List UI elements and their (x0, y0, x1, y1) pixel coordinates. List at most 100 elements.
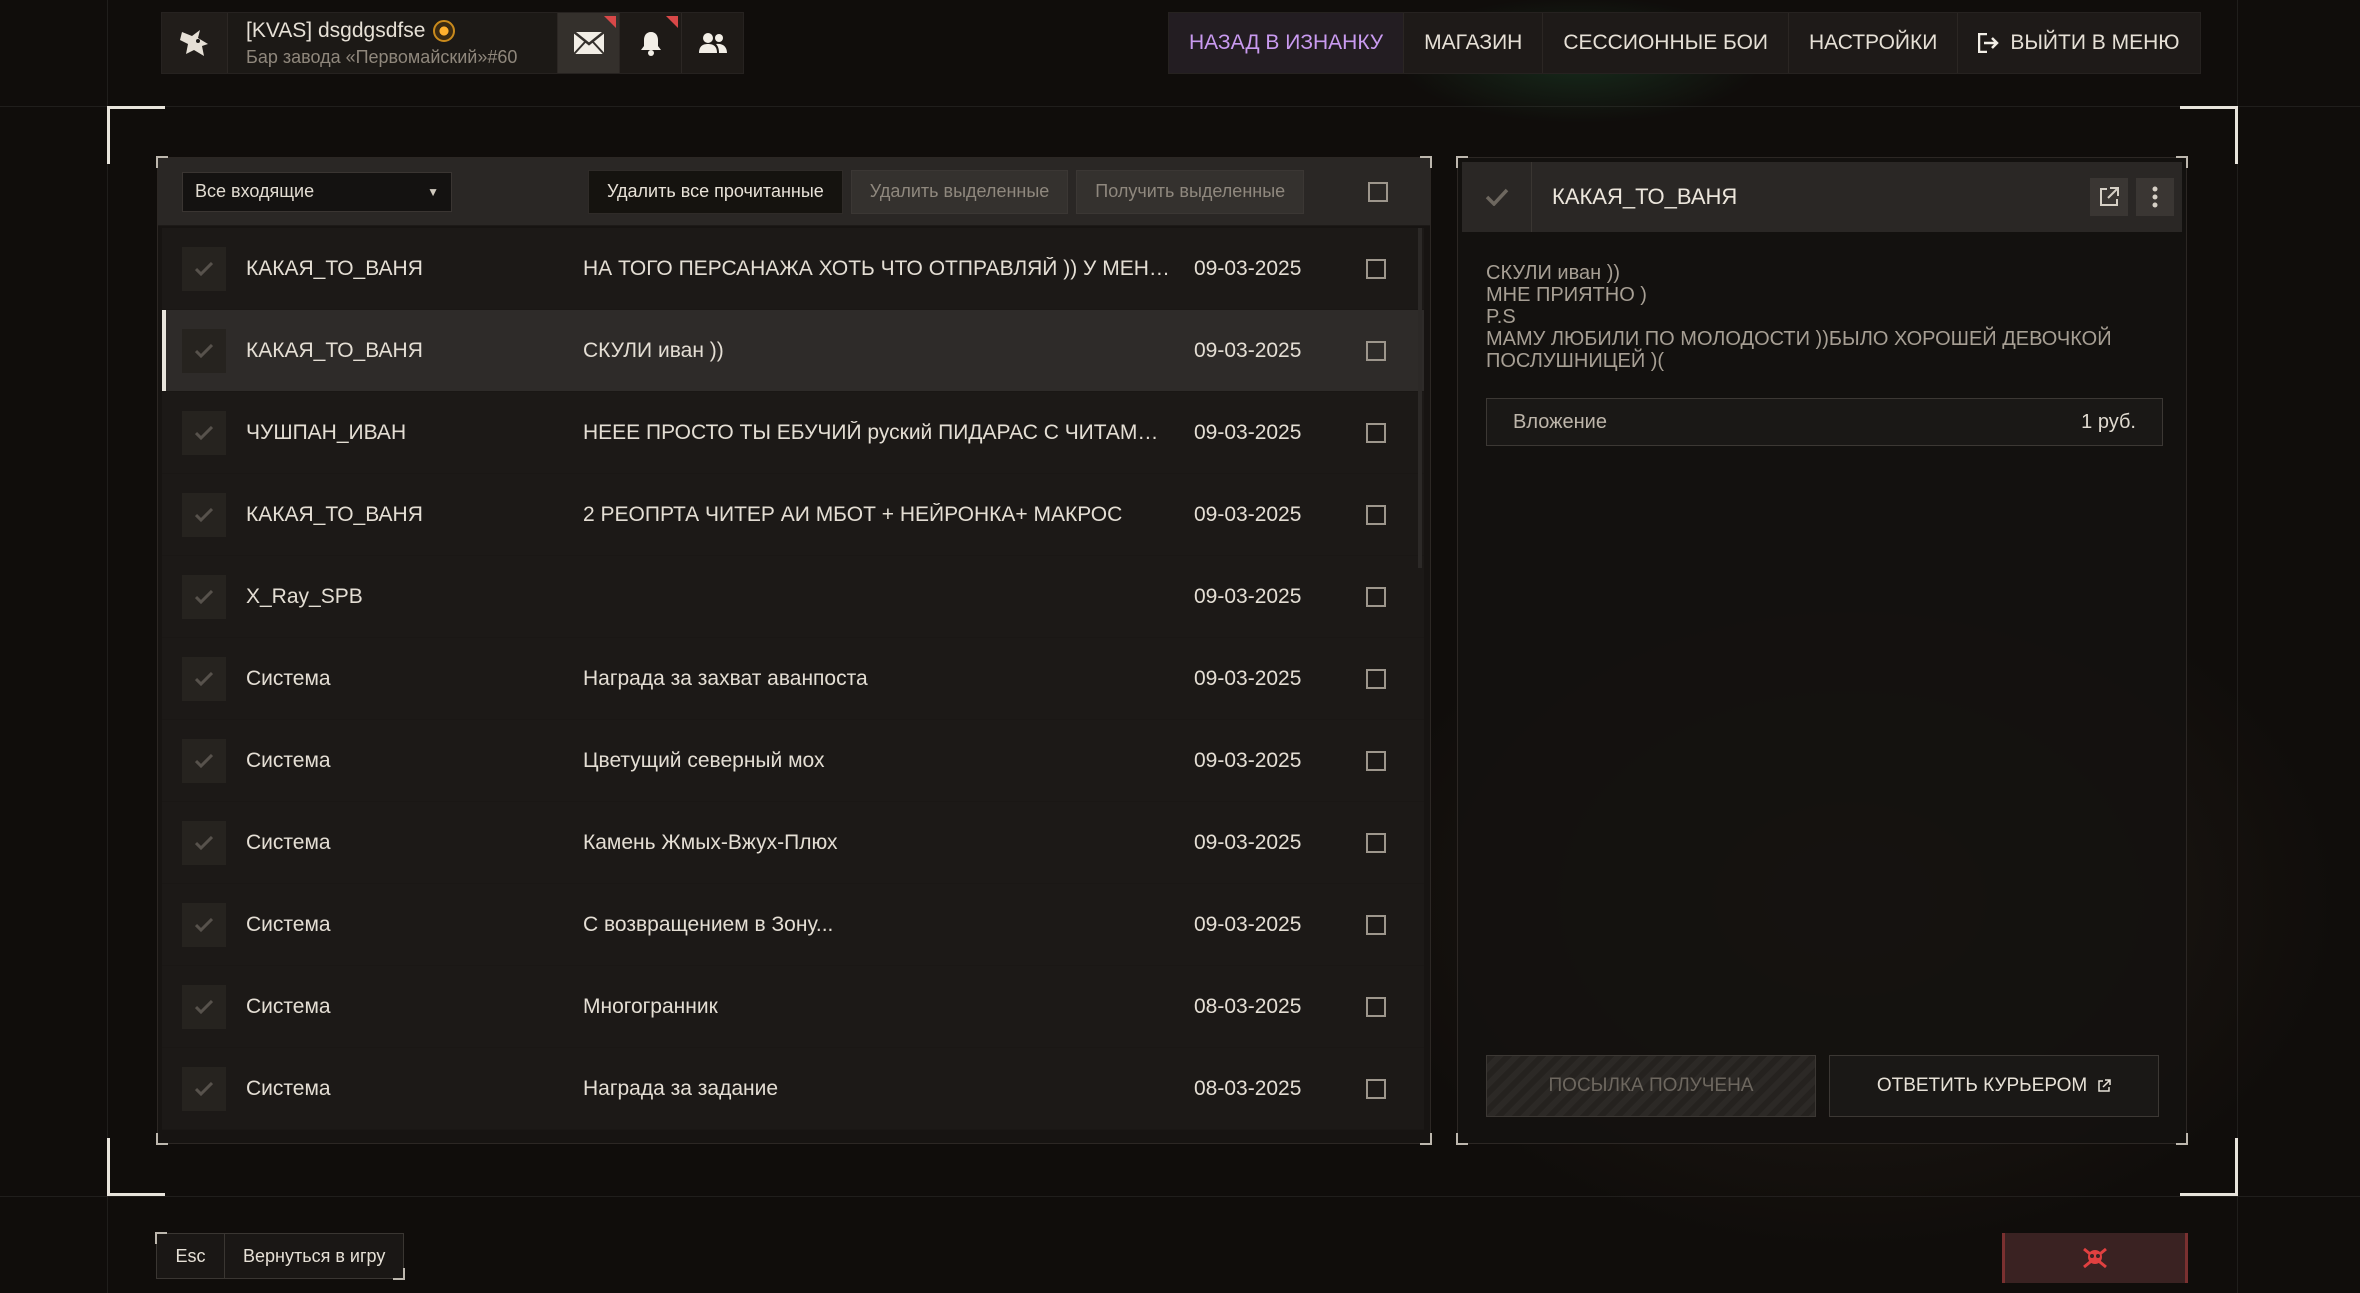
return-to-game-button[interactable]: Esc Вернуться в игру (155, 1232, 406, 1280)
message-row[interactable]: ЧУШПАН_ИВАН НЕЕЕ ПРОСТО ТЫ ЕБУЧИЙ руский… (162, 392, 1424, 474)
row-checkbox[interactable] (1366, 504, 1386, 525)
read-check-icon (182, 656, 226, 701)
frame-line-bottom (0, 1196, 2360, 1197)
inbox-toolbar: Все входящие ▼ Удалить все прочитанные У… (158, 158, 1430, 226)
message-title: КАКАЯ_ТО_ВАНЯ (1552, 184, 1738, 209)
frame-line-left (107, 0, 108, 1293)
reply-courier-label: ОТВЕТИТЬ КУРЬЕРОМ (1876, 1075, 2088, 1096)
nav-exit-to-menu[interactable]: ВЫЙТИ В МЕНЮ (1958, 13, 2200, 73)
message-subject: Награда за задание (583, 1076, 779, 1100)
delete-selected-button[interactable]: Удалить выделенные (850, 169, 1069, 214)
row-checkbox[interactable] (1366, 832, 1386, 853)
nav-session-battles[interactable]: СЕССИОННЫЕ БОИ (1543, 13, 1790, 73)
read-check-icon (1462, 162, 1532, 232)
delete-read-button[interactable]: Удалить все прочитанные (588, 169, 843, 214)
message-subject: Награда за захват аванпоста (583, 666, 868, 690)
message-row[interactable]: Система Награда за задание 08-03-2025 (162, 1048, 1424, 1130)
reply-courier-button[interactable]: ОТВЕТИТЬ КУРЬЕРОМ (1829, 1055, 2159, 1117)
panel-bracket (155, 1232, 167, 1244)
message-sender: Система (246, 830, 331, 854)
message-sender: Система (246, 666, 331, 690)
panel-bracket (2176, 1133, 2188, 1145)
mail-button[interactable] (557, 13, 619, 73)
nav-shop[interactable]: МАГАЗИН (1404, 13, 1544, 73)
read-check-icon (182, 738, 226, 783)
message-row[interactable]: КАКАЯ_ТО_ВАНЯ НА ТОГО ПЕРСАНАЖА ХОТЬ ЧТО… (162, 228, 1424, 310)
message-subject: С возвращением в Зону... (583, 912, 834, 936)
exit-icon (1978, 33, 2000, 53)
skull-crossbones-icon (2083, 1247, 2107, 1269)
row-checkbox[interactable] (1366, 996, 1386, 1017)
message-row[interactable]: Система Цветущий северный мох 09-03-2025 (162, 720, 1424, 802)
message-row[interactable]: КАКАЯ_ТО_ВАНЯ СКУЛИ иван )) 09-03-2025 (162, 310, 1424, 392)
top-navigation: НАЗАД В ИЗНАНКУ МАГАЗИН СЕССИОННЫЕ БОИ Н… (1168, 12, 2201, 74)
message-row[interactable]: КАКАЯ_ТО_ВАНЯ 2 РЕОПРТА ЧИТЕР АИ МБОТ + … (162, 474, 1424, 556)
envelope-icon (572, 31, 605, 55)
message-date: 09-03-2025 (1194, 420, 1302, 444)
row-checkbox[interactable] (1366, 422, 1386, 443)
nav-label: НАЗАД В ИЗНАНКУ (1189, 31, 1384, 54)
report-button[interactable] (2002, 1233, 2188, 1283)
message-row[interactable]: Система Многогранник 08-03-2025 (162, 966, 1424, 1048)
message-row[interactable]: Система Награда за захват аванпоста 09-0… (162, 638, 1424, 720)
notifications-button[interactable] (619, 13, 681, 73)
wolf-emblem-icon (179, 30, 208, 56)
message-subject: Цветущий северный мох (583, 748, 825, 772)
kebab-menu-icon (2152, 186, 2158, 208)
rank-badge-icon (433, 19, 456, 42)
frame-corner (2180, 1138, 2238, 1196)
frame-corner (107, 1138, 165, 1196)
profile-name-row: [KVAS] dsgdgsdfse (246, 19, 557, 43)
message-date: 08-03-2025 (1194, 994, 1302, 1018)
row-checkbox[interactable] (1366, 340, 1386, 361)
inbox-filter-select[interactable]: Все входящие ▼ (182, 171, 452, 212)
receive-selected-button[interactable]: Получить выделенные (1076, 169, 1305, 214)
row-checkbox[interactable] (1366, 1078, 1386, 1099)
row-checkbox[interactable] (1366, 668, 1386, 689)
message-date: 09-03-2025 (1194, 666, 1302, 690)
row-checkbox[interactable] (1366, 586, 1386, 607)
attachment-value: 1 руб. (2081, 410, 2136, 433)
nav-label: ВЫЙТИ В МЕНЮ (2010, 31, 2180, 54)
caret-down-icon: ▼ (427, 184, 439, 199)
open-external-button[interactable] (2090, 178, 2128, 216)
read-check-icon (182, 246, 226, 291)
users-icon (698, 33, 727, 53)
row-checkbox[interactable] (1366, 258, 1386, 279)
message-header: КАКАЯ_ТО_ВАНЯ (1462, 162, 2182, 232)
panel-bracket (1456, 1133, 1468, 1145)
bell-icon (640, 32, 661, 56)
message-date: 09-03-2025 (1194, 830, 1302, 854)
message-date: 09-03-2025 (1194, 912, 1302, 936)
message-subject: Камень Жмых-Вжух-Плюх (583, 830, 838, 854)
message-sender: Система (246, 748, 331, 772)
profile-info: [KVAS] dsgdgsdfse Бар завода «Первомайск… (228, 19, 557, 68)
message-row[interactable]: Система С возвращением в Зону... 09-03-2… (162, 884, 1424, 966)
message-sender: Система (246, 1076, 331, 1100)
notification-marker (666, 16, 678, 28)
row-checkbox[interactable] (1366, 914, 1386, 935)
nav-back-to-underside[interactable]: НАЗАД В ИЗНАНКУ (1169, 13, 1405, 73)
message-date: 09-03-2025 (1194, 748, 1302, 772)
more-options-button[interactable] (2136, 178, 2174, 216)
nav-label: НАСТРОЙКИ (1809, 31, 1938, 54)
nav-label: СЕССИОННЫЕ БОИ (1563, 31, 1769, 54)
message-list-scrollbar[interactable] (1418, 228, 1422, 568)
read-check-icon (182, 820, 226, 865)
message-sender: Система (246, 994, 331, 1018)
message-row[interactable]: X_Ray_SPB 09-03-2025 (162, 556, 1424, 638)
select-all-checkbox[interactable] (1368, 182, 1388, 202)
message-sender: КАКАЯ_ТО_ВАНЯ (246, 256, 423, 280)
message-list: КАКАЯ_ТО_ВАНЯ НА ТОГО ПЕРСАНАЖА ХОТЬ ЧТО… (162, 228, 1424, 1140)
message-date: 08-03-2025 (1194, 1076, 1302, 1100)
message-row[interactable]: Система Камень Жмых-Вжух-Плюх 09-03-2025 (162, 802, 1424, 884)
frame-line-top (0, 106, 2360, 107)
nav-settings[interactable]: НАСТРОЙКИ (1789, 13, 1959, 73)
row-checkbox[interactable] (1366, 750, 1386, 771)
avatar[interactable] (162, 13, 228, 73)
message-sender: КАКАЯ_ТО_ВАНЯ (246, 338, 423, 362)
friends-button[interactable] (681, 13, 743, 73)
message-sender: Система (246, 912, 331, 936)
message-subject: Многогранник (583, 994, 718, 1018)
message-body: СКУЛИ иван )) МНЕ ПРИЯТНО ) P.S МАМУ ЛЮБ… (1486, 262, 2112, 372)
